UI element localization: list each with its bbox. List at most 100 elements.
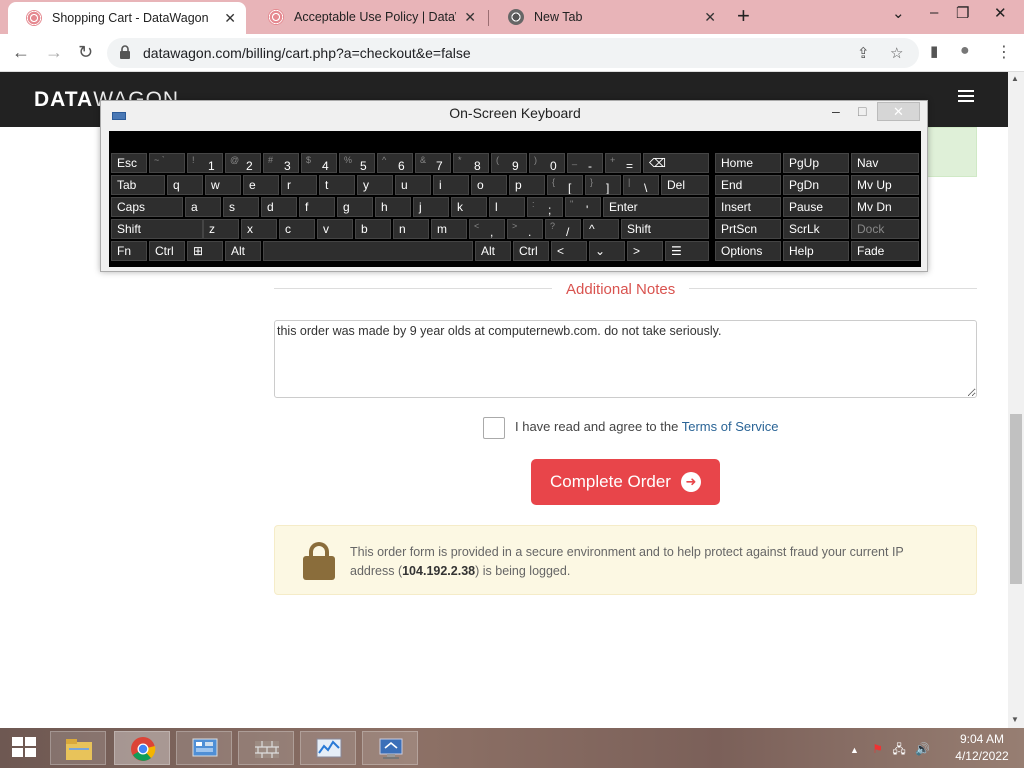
tab-new-tab[interactable]: New Tab ✕ <box>490 0 726 34</box>
osk-key[interactable]: r <box>281 175 317 195</box>
osk-key[interactable]: <, <box>469 219 505 239</box>
scroll-down-icon[interactable]: ▼ <box>1011 715 1019 724</box>
tab-shopping-cart[interactable]: Shopping Cart - DataWagon ✕ <box>8 2 246 34</box>
osk-key[interactable]: a <box>185 197 221 217</box>
osk-key[interactable]: Shift <box>111 219 203 239</box>
osk-key-dock[interactable]: Dock <box>851 219 919 239</box>
osk-key[interactable]: Tab <box>111 175 165 195</box>
close-window-button[interactable]: ✕ <box>994 4 1007 22</box>
osk-key[interactable]: Esc <box>111 153 147 173</box>
osk-key[interactable]: y <box>357 175 393 195</box>
profile-icon[interactable]: ● <box>960 42 970 60</box>
osk-key[interactable]: x <box>241 219 277 239</box>
taskbar-file-explorer[interactable] <box>50 731 106 765</box>
osk-key[interactable]: Shift <box>621 219 709 239</box>
reload-button[interactable]: ↻ <box>78 42 93 63</box>
osk-key-fade[interactable]: Fade <box>851 241 919 261</box>
osk-key[interactable]: {[ <box>547 175 583 195</box>
osk-key[interactable]: e <box>243 175 279 195</box>
tab-acceptable-use-policy[interactable]: Acceptable Use Policy | DataWa ✕ <box>250 0 486 34</box>
osk-key[interactable]: h <box>375 197 411 217</box>
osk-key[interactable]: u <box>395 175 431 195</box>
new-tab-button[interactable]: + <box>737 5 750 27</box>
osk-key-options[interactable]: Options <box>715 241 781 261</box>
osk-key-help[interactable]: Help <box>783 241 849 261</box>
forward-button[interactable]: → <box>45 42 63 63</box>
hamburger-menu-icon[interactable] <box>958 90 974 102</box>
osk-key-nav[interactable]: Nav <box>851 153 919 173</box>
osk-key[interactable]: b <box>355 219 391 239</box>
osk-key-pause[interactable]: Pause <box>783 197 849 217</box>
additional-notes-textarea[interactable]: this order was made by 9 year olds at co… <box>274 320 977 398</box>
on-screen-keyboard-window[interactable]: On-Screen Keyboard – □ ✕ Esc ~ `! 1 @2 #3 $4%… <box>100 100 928 272</box>
osk-key[interactable]: < <box>551 241 587 261</box>
osk-key-pgup[interactable]: PgUp <box>783 153 849 173</box>
osk-key[interactable]: $4 <box>301 153 337 173</box>
osk-key[interactable]: (9 <box>491 153 527 173</box>
osk-key[interactable]: ! 1 <box>187 153 223 173</box>
close-tab-icon[interactable]: ✕ <box>704 9 716 26</box>
back-button[interactable]: ← <box>12 42 30 63</box>
osk-key[interactable]: >. <box>507 219 543 239</box>
osk-key[interactable]: " ' <box>565 197 601 217</box>
osk-key[interactable]: w <box>205 175 241 195</box>
tos-checkbox[interactable] <box>483 417 505 439</box>
browser-menu-icon[interactable]: ⋮ <box>996 42 1012 62</box>
osk-key-insert[interactable]: Insert <box>715 197 781 217</box>
osk-key[interactable]: #3 <box>263 153 299 173</box>
osk-key[interactable]: z <box>203 219 239 239</box>
osk-key[interactable]: t <box>319 175 355 195</box>
osk-key[interactable]: ⊞ <box>187 241 223 261</box>
taskbar-chrome[interactable] <box>114 731 170 765</box>
minimize-button[interactable]: – <box>930 4 938 21</box>
osk-key[interactable]: Alt <box>475 241 511 261</box>
taskbar-remote-desktop[interactable] <box>362 731 418 765</box>
show-hidden-icons-icon[interactable]: ▲ <box>850 745 859 755</box>
page-scrollbar[interactable] <box>1008 72 1024 728</box>
tab-search-button[interactable]: ⌄ <box>892 4 905 22</box>
osk-key[interactable]: ^ 6 <box>377 153 413 173</box>
osk-key[interactable]: c <box>279 219 315 239</box>
windows-start-icon[interactable] <box>0 728 50 768</box>
osk-minimize-button[interactable]: – <box>832 103 840 119</box>
osk-key[interactable]: Ctrl <box>513 241 549 261</box>
osk-key-prtscn[interactable]: PrtScn <box>715 219 781 239</box>
osk-key[interactable]: ~ ` <box>149 153 185 173</box>
scroll-up-icon[interactable]: ▲ <box>1011 74 1019 83</box>
osk-key[interactable]: _ - <box>567 153 603 173</box>
star-icon[interactable]: ☆ <box>890 44 903 62</box>
volume-icon[interactable]: 🔊 <box>915 742 930 756</box>
osk-key[interactable]: s <box>223 197 259 217</box>
osk-key[interactable]: o <box>471 175 507 195</box>
osk-key[interactable]: ) 0 <box>529 153 565 173</box>
osk-key[interactable]: * 8 <box>453 153 489 173</box>
action-center-flag-icon[interactable]: ⚑ <box>872 742 883 756</box>
osk-key[interactable]: % 5 <box>339 153 375 173</box>
osk-key[interactable]: Ctrl <box>149 241 185 261</box>
osk-key[interactable]: @2 <box>225 153 261 173</box>
osk-key[interactable]: Fn <box>111 241 147 261</box>
taskbar-control-panel[interactable] <box>176 731 232 765</box>
osk-key[interactable]: | \ <box>623 175 659 195</box>
osk-key[interactable]: Caps <box>111 197 183 217</box>
osk-key-pgdn[interactable]: PgDn <box>783 175 849 195</box>
osk-key[interactable]: i <box>433 175 469 195</box>
restore-button[interactable]: ❐ <box>956 4 969 22</box>
osk-key[interactable]: k <box>451 197 487 217</box>
clock-time[interactable]: 9:04 AM <box>952 732 1012 746</box>
osk-maximize-button[interactable]: □ <box>858 103 866 119</box>
osk-key[interactable]: l <box>489 197 525 217</box>
taskbar-performance-monitor[interactable] <box>300 731 356 765</box>
osk-key-mv-dn[interactable]: Mv Dn <box>851 197 919 217</box>
osk-key[interactable]: Alt <box>225 241 261 261</box>
close-tab-icon[interactable]: ✕ <box>464 9 476 26</box>
osk-key[interactable]: p <box>509 175 545 195</box>
osk-key[interactable]: & 7 <box>415 153 451 173</box>
osk-key[interactable]: f <box>299 197 335 217</box>
osk-key[interactable]: n <box>393 219 429 239</box>
osk-key[interactable]: q <box>167 175 203 195</box>
osk-key[interactable]: > <box>627 241 663 261</box>
clock-date[interactable]: 4/12/2022 <box>952 749 1012 763</box>
osk-key[interactable]: v <box>317 219 353 239</box>
complete-order-button[interactable]: Complete Order ➜ <box>531 459 720 505</box>
